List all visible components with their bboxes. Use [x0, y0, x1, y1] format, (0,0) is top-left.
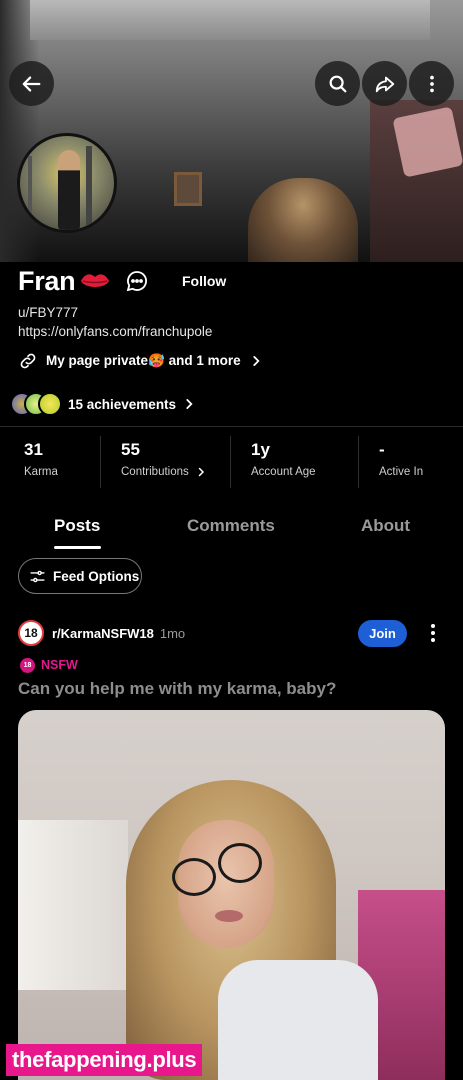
achievement-badge-icon [38, 392, 62, 416]
feed-options-icon [30, 570, 45, 582]
back-button[interactable] [9, 61, 54, 106]
back-arrow-icon [22, 75, 40, 92]
stat-account-age[interactable]: 1y Account Age [230, 436, 358, 488]
achievements-row[interactable]: 15 achievements [10, 392, 196, 416]
banner-clothes-pink [392, 106, 463, 178]
stat-contributions[interactable]: 55 Contributions [100, 436, 230, 488]
image-shirt [218, 960, 378, 1080]
image-glasses-left [172, 858, 216, 896]
achievements-label: 15 achievements [68, 396, 177, 412]
watermark: thefappening.plus [6, 1044, 203, 1076]
tab-active-indicator [54, 546, 101, 549]
stat-label-row: Contributions [121, 466, 230, 478]
subreddit-name[interactable]: r/KarmaNSFW18 [52, 626, 154, 641]
social-links[interactable]: My page private🥵 and 1 more [18, 350, 263, 372]
stat-label: Active In [379, 466, 424, 478]
achievement-badges [10, 392, 66, 416]
stat-karma[interactable]: 31 Karma [0, 436, 100, 488]
banner-frame [174, 172, 202, 206]
post-title[interactable]: Can you help me with my karma, baby? [18, 679, 336, 699]
display-name: Fran [18, 265, 76, 296]
profile-tabs: Posts Comments About [0, 508, 463, 550]
more-vertical-icon[interactable] [423, 622, 443, 644]
name-row: Fran [18, 264, 111, 298]
more-button[interactable] [409, 61, 454, 106]
stat-value: - [379, 440, 385, 459]
follow-button[interactable]: Follow [172, 266, 236, 296]
stat-value: 31 [24, 440, 43, 459]
avatar-figure [58, 150, 80, 230]
post-time: 1mo [159, 625, 186, 641]
post-image[interactable] [18, 710, 445, 1080]
join-button[interactable]: Join [358, 620, 407, 647]
tab-posts[interactable]: Posts [54, 516, 100, 536]
tab-comments[interactable]: Comments [187, 516, 275, 536]
feed-options-label: Feed Options [53, 568, 140, 584]
stat-label: Account Age [251, 466, 316, 478]
stat-label: Contributions [121, 466, 189, 478]
avatar-bg-rack [86, 146, 92, 226]
lips-icon [81, 274, 110, 287]
share-icon [375, 76, 394, 92]
post-header: 18 r/KarmaNSFW18 1mo [18, 620, 185, 646]
search-button[interactable] [315, 61, 360, 106]
nsfw-tag: 18 NSFW [20, 657, 78, 673]
nsfw-label: NSFW [41, 658, 78, 672]
profile-url[interactable]: https://onlyfans.com/franchupole [18, 324, 212, 339]
image-lips [215, 910, 243, 922]
feed-options-button[interactable]: Feed Options [18, 558, 142, 594]
image-cabinet [18, 820, 128, 990]
banner-ceiling [30, 0, 430, 40]
more-vertical-icon [429, 75, 434, 92]
share-button[interactable] [362, 61, 407, 106]
stats-row: 31 Karma 55 Contributions 1y Account Age… [0, 436, 463, 488]
stat-label: Karma [24, 466, 58, 478]
tab-about[interactable]: About [361, 516, 410, 536]
username: u/FBY777 [18, 305, 79, 320]
stat-value: 55 [121, 440, 140, 459]
stat-active-in[interactable]: - Active In [358, 436, 463, 488]
nsfw-icon: 18 [20, 657, 35, 673]
chevron-right-icon [186, 399, 193, 409]
avatar[interactable] [17, 133, 117, 233]
link-icon [20, 353, 36, 369]
avatar-bg-rack-left [28, 156, 32, 226]
divider [0, 426, 463, 427]
banner-person [248, 178, 358, 262]
search-icon [329, 75, 346, 92]
chat-icon[interactable] [125, 269, 149, 293]
chevron-right-icon [253, 356, 260, 366]
subreddit-icon[interactable]: 18 [18, 620, 44, 646]
image-glasses-right [218, 843, 262, 883]
chevron-right-icon [198, 467, 204, 477]
stat-value: 1y [251, 440, 270, 459]
social-links-label: My page private🥵 and 1 more [46, 353, 241, 368]
